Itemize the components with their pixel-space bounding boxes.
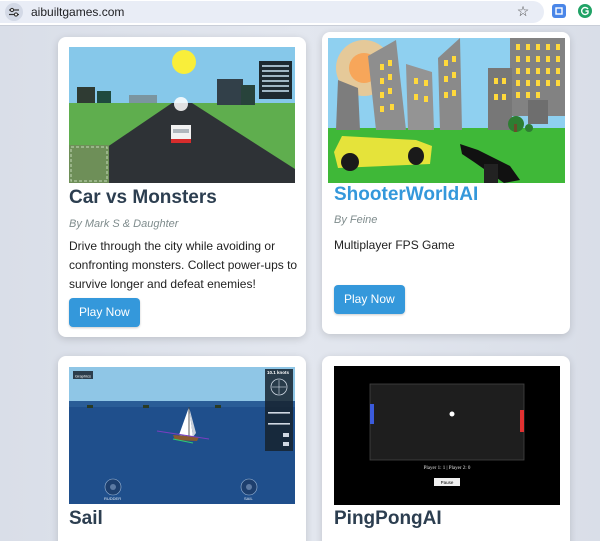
game-thumbnail[interactable] [328, 38, 565, 183]
url-text[interactable]: aibuiltgames.com [31, 5, 124, 19]
game-title: Sail [69, 508, 103, 529]
game-description: Drive through the city while avoiding or… [69, 239, 298, 291]
play-now-button[interactable]: Play Now [69, 298, 140, 327]
games-grid: Car vs Monsters By Mark S & Daughter Dri… [0, 26, 600, 541]
game-card-sail: Graphics 10.1 knots RUDDER SAIL Sail [58, 356, 306, 541]
game-card-pingpongai: Player 1: 1 | Player 2: 0 Pause PingPong… [322, 356, 570, 541]
game-title: PingPongAI [334, 508, 442, 529]
site-settings-icon[interactable] [5, 3, 23, 21]
game-title[interactable]: ShooterWorldAI [334, 184, 478, 206]
score-text: Player 1: 1 | Player 2: 0 [424, 466, 471, 471]
sail-label: SAIL [244, 496, 253, 501]
game-description: Multiplayer FPS Game [334, 238, 455, 252]
grammarly-icon[interactable] [578, 4, 592, 18]
extension-icon[interactable] [552, 4, 566, 18]
rudder-label: RUDDER [104, 496, 121, 501]
game-author: By Feine [334, 214, 378, 226]
game-card-car-vs-monsters: Car vs Monsters By Mark S & Daughter Dri… [58, 37, 306, 337]
star-icon[interactable]: ☆ [515, 3, 531, 19]
play-now-button[interactable]: Play Now [334, 285, 405, 314]
game-card-shooterworldai: ShooterWorldAI By Feine Multiplayer FPS … [322, 32, 570, 334]
address-bar[interactable]: aibuiltgames.com ☆ [0, 1, 544, 23]
game-title: Car vs Monsters [69, 187, 217, 208]
game-thumbnail[interactable]: Graphics 10.1 knots RUDDER SAIL [69, 367, 295, 504]
speed-readout: 10.1 knots [267, 370, 290, 375]
pause-button-label: Pause [441, 480, 454, 485]
browser-toolbar: aibuiltgames.com ☆ [0, 0, 600, 26]
game-thumbnail[interactable] [69, 47, 295, 183]
graphics-menu-label: Graphics [75, 374, 91, 379]
game-thumbnail[interactable]: Player 1: 1 | Player 2: 0 Pause [334, 366, 560, 505]
game-author: By Mark S & Daughter [69, 218, 179, 230]
